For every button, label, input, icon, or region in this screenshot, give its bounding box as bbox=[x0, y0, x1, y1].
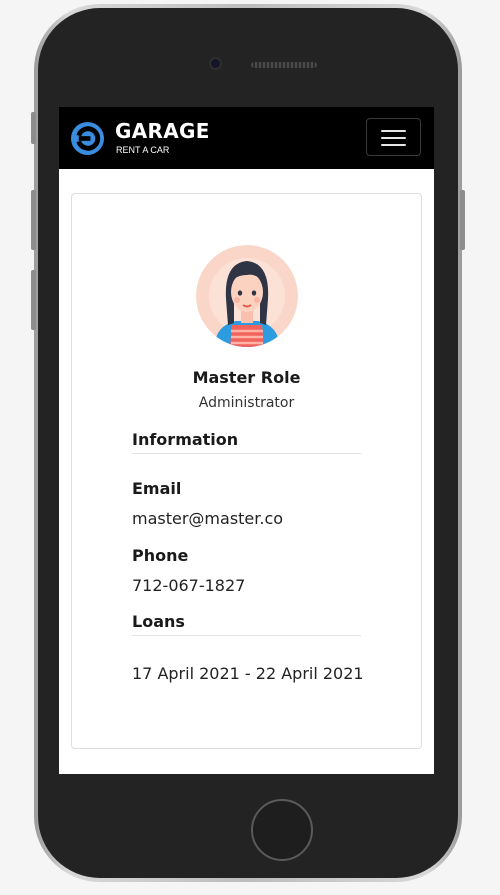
phone-value[interactable]: 712-067-1827 bbox=[132, 576, 245, 595]
navbar: GARAGE RENT A CAR bbox=[59, 107, 434, 169]
menu-toggle-button[interactable] bbox=[366, 118, 421, 156]
profile-card: Master Role Administrator Information Em… bbox=[71, 193, 422, 749]
brand-tagline: RENT A CAR bbox=[116, 145, 170, 155]
app-screen: GARAGE RENT A CAR Master Role Administra… bbox=[59, 107, 434, 774]
information-heading: Information bbox=[132, 430, 361, 454]
user-avatar-icon bbox=[196, 245, 298, 347]
profile-name: Master Role bbox=[192, 368, 301, 387]
volume-up-button bbox=[31, 190, 36, 250]
email-value[interactable]: master@master.co bbox=[132, 509, 283, 528]
phone-label: Phone bbox=[132, 546, 189, 565]
email-label: Email bbox=[132, 479, 182, 498]
earpiece-speaker bbox=[251, 62, 317, 68]
garage-logo-icon[interactable] bbox=[70, 121, 105, 156]
mute-switch bbox=[31, 112, 36, 144]
volume-down-button bbox=[31, 270, 36, 330]
home-button[interactable] bbox=[251, 799, 313, 861]
brand-name[interactable]: GARAGE bbox=[115, 120, 210, 142]
loans-heading: Loans bbox=[132, 612, 361, 636]
power-button bbox=[460, 190, 465, 250]
front-camera bbox=[211, 59, 220, 68]
hamburger-menu-icon bbox=[381, 130, 406, 132]
profile-role: Administrator bbox=[198, 395, 295, 411]
loan-item[interactable]: 17 April 2021 - 22 April 2021 bbox=[132, 664, 364, 683]
